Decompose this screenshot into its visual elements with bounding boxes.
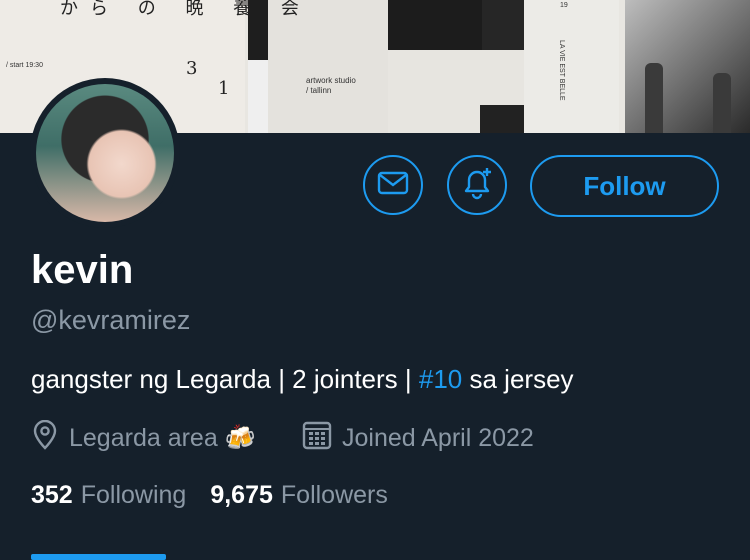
calendar-icon (302, 420, 342, 457)
followers-label: Followers (280, 481, 388, 509)
bio-text: sa jersey (462, 364, 574, 394)
banner-number: 3 (186, 58, 198, 79)
following-link[interactable]: 352 Following (31, 481, 210, 509)
avatar[interactable] (36, 84, 174, 222)
profile-bio: gangster ng Legarda | 2 jointers | #10 s… (31, 364, 574, 395)
followers-count: 9,675 (210, 481, 273, 509)
banner-small-text: LA VIE EST BELLE (558, 40, 565, 101)
banner-small-text: / start 19:30 (6, 62, 43, 69)
profile-location: Legarda area 🍻 (31, 419, 256, 457)
banner-number: 1 (218, 78, 230, 99)
banner-japanese-text: から の 晩 養 会 (60, 0, 311, 19)
bio-hashtag-link[interactable]: #10 (419, 364, 462, 394)
banner-studio-title: artwork studio (306, 76, 356, 85)
joined-text: Joined April 2022 (342, 424, 534, 452)
banner-panel (388, 0, 482, 50)
avatar-border (30, 78, 180, 228)
banner-panel (482, 0, 524, 50)
location-text: Legarda area 🍻 (69, 424, 256, 452)
following-label: Following (80, 481, 187, 509)
bell-plus-icon (458, 164, 496, 207)
message-button[interactable] (363, 155, 423, 215)
notify-button[interactable] (447, 155, 507, 215)
profile-name: kevin (31, 248, 134, 292)
mail-icon (376, 166, 410, 205)
banner-panel (480, 105, 530, 133)
bio-text: gangster ng Legarda | 2 jointers | (31, 364, 419, 394)
profile-handle: @kevramirez (31, 305, 191, 335)
followers-link[interactable]: 9,675 Followers (210, 481, 412, 509)
banner-photo (625, 0, 750, 133)
profile-joined: Joined April 2022 (302, 420, 534, 457)
banner-small-text: 19 (560, 2, 568, 9)
banner-panel (524, 0, 619, 133)
follow-button[interactable]: Follow (530, 155, 719, 217)
profile-tabs-edge (0, 552, 750, 560)
banner-studio-sub: / tallinn (306, 86, 332, 95)
location-pin-icon (31, 419, 69, 457)
following-count: 352 (31, 481, 73, 509)
banner-panel (248, 60, 268, 133)
follow-counts: 352 Following 9,675 Followers (31, 481, 412, 510)
tab-indicator (31, 554, 166, 560)
